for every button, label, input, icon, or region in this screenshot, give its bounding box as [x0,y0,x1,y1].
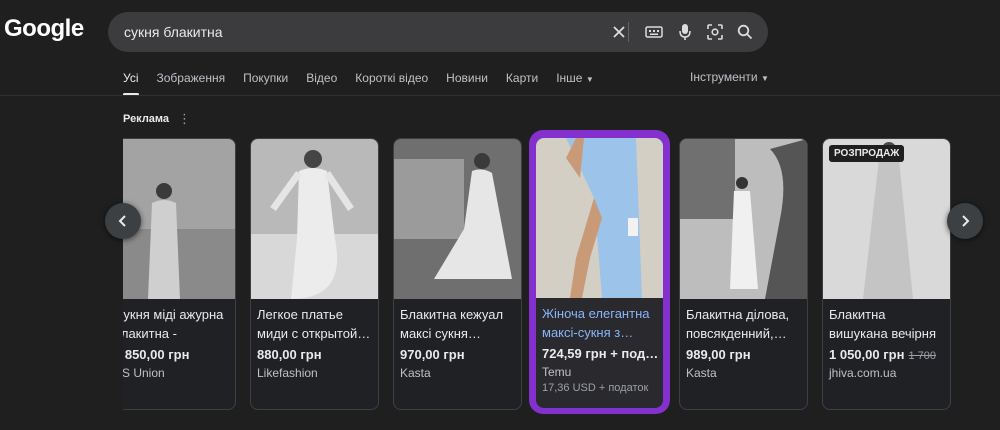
tab-more[interactable]: Інше ▼ [556,70,594,96]
product-image [536,138,663,298]
product-image [823,139,950,299]
product-price: 880,00 грн [257,347,322,362]
product-old-price: 1 700 [908,350,936,362]
carousel-prev-button[interactable] [105,203,141,239]
tab-maps[interactable]: Карти [506,70,538,96]
product-image [680,139,807,299]
sale-badge: РОЗПРОДАЖ [829,145,905,162]
search-bar[interactable] [108,12,768,52]
product-store: Temu [542,365,572,379]
product-title: Сукня міді ажурна блакитна - Платт… [123,307,224,341]
search-icon[interactable] [735,22,755,42]
tools-label: Інструменти [690,70,758,84]
product-title: Блакитна ділова, повсякденний,… [686,307,790,341]
product-price: 970,00 грн [400,347,465,362]
tab-more-label: Інше [556,71,583,85]
search-input[interactable] [124,12,584,52]
product-title: Блакитна вишукана вечірня сукня з… [829,307,936,341]
product-card[interactable]: Блакитна ділова, повсякденний,… 989,00 г… [679,138,808,410]
clear-icon[interactable] [609,22,629,42]
product-store: Kasta [686,366,717,380]
tools-dropdown-icon: ▼ [760,74,769,83]
tab-news[interactable]: Новини [446,70,488,96]
product-price: 1 050,00 грн 1 700 [829,347,944,362]
product-price: 989,00 грн [686,347,751,362]
product-store: SS Union [123,366,165,380]
product-image [251,139,378,299]
tab-images[interactable]: Зображення [157,70,226,96]
microphone-icon[interactable] [675,22,695,42]
product-card[interactable]: Блакитна кежуал максі сукня… 970,00 грн … [393,138,522,410]
product-price: 1 850,00 грн [123,347,190,362]
search-tabs: Усі Зображення Покупки Відео Короткі від… [123,70,612,96]
tab-short-videos[interactable]: Короткі відео [355,70,428,96]
chevron-left-icon [118,215,126,227]
product-card-featured[interactable]: Жіноча елегантна максі-сукня з… 724,59 г… [536,138,663,408]
lens-icon[interactable] [705,22,725,42]
tab-shopping[interactable]: Покупки [243,70,288,96]
tab-videos[interactable]: Відео [306,70,337,96]
chevron-right-icon [962,215,970,227]
product-price: 724,59 грн + под… [542,346,659,361]
product-card[interactable]: Сукня міді ажурна блакитна - Платт… 1 85… [123,138,236,410]
tabs-divider [0,95,1000,96]
product-carousel: Сукня міді ажурна блакитна - Платт… 1 85… [123,138,963,410]
product-store: jhiva.com.ua [829,366,897,380]
google-logo[interactable]: Google [4,15,84,43]
product-price-usd: 17,36 USD + податок [542,382,649,394]
keyboard-icon[interactable] [644,22,664,42]
ads-label: Реклама [123,113,170,125]
product-price-current: 1 050,00 грн [829,347,905,362]
product-store: Kasta [400,366,431,380]
more-icon[interactable]: ⋮ [178,111,191,127]
product-title[interactable]: Жіноча елегантна максі-сукня з… [542,304,657,342]
product-image [394,139,521,299]
tab-all[interactable]: Усі [123,70,139,96]
product-title: Легкое платье миди с открытой… [257,307,371,341]
product-store: Likefashion [257,366,318,380]
product-card[interactable]: Легкое платье миди с открытой… 880,00 гр… [250,138,379,410]
carousel-next-button[interactable] [947,203,983,239]
product-title: Блакитна кежуал максі сукня… [400,307,504,341]
dropdown-icon: ▼ [585,75,594,84]
search-divider [628,22,629,42]
product-card[interactable]: РОЗПРОДАЖ Блакитна вишукана вечірня сукн… [822,138,951,410]
tools-menu[interactable]: Інструменти ▼ [690,70,769,84]
